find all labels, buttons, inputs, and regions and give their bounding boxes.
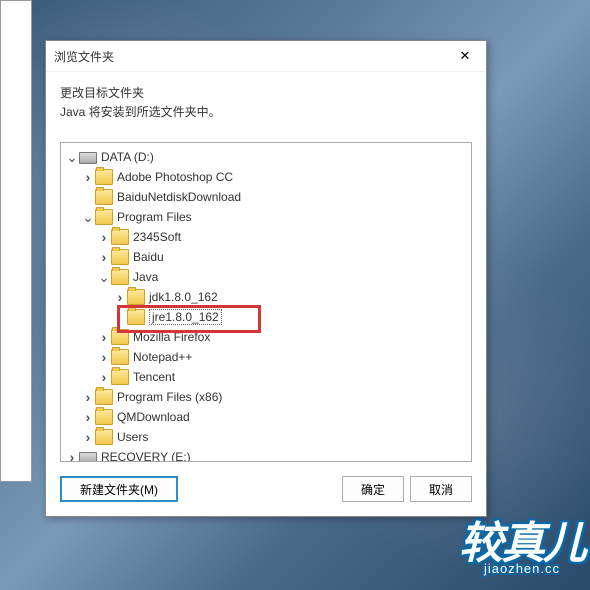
- tree-item-label: QMDownload: [117, 410, 190, 424]
- chevron-right-icon[interactable]: ›: [97, 369, 111, 385]
- tree-row[interactable]: › Adobe Photoshop CC: [61, 167, 471, 187]
- tree-row[interactable]: › QMDownload: [61, 407, 471, 427]
- tree-item-label: Mozilla Firefox: [133, 330, 210, 344]
- chevron-right-icon[interactable]: ›: [113, 289, 127, 305]
- tree-item-label: Java: [133, 270, 158, 284]
- tree-item-label: Program Files (x86): [117, 390, 222, 404]
- tree-row[interactable]: › Program Files (x86): [61, 387, 471, 407]
- chevron-right-icon[interactable]: ›: [97, 249, 111, 265]
- chevron-down-icon[interactable]: ⌄: [65, 149, 79, 165]
- tree-item-label: DATA (D:): [101, 150, 154, 164]
- tree-item-label: Baidu: [133, 250, 164, 264]
- tree-row[interactable]: › 2345Soft: [61, 227, 471, 247]
- folder-icon: [111, 229, 129, 245]
- background-panel: [0, 0, 32, 482]
- tree-row[interactable]: ⌄ Program Files: [61, 207, 471, 227]
- tree-item-label: Users: [117, 430, 148, 444]
- chevron-right-icon[interactable]: ›: [81, 389, 95, 405]
- tree-row[interactable]: › Users: [61, 427, 471, 447]
- tree-item-label: jre1.8.0_162: [149, 309, 222, 325]
- drive-icon: [79, 152, 97, 164]
- folder-icon: [111, 329, 129, 345]
- subtitle-line2: Java 将安装到所选文件夹中。: [60, 103, 472, 122]
- tree-row[interactable]: › Notepad++: [61, 347, 471, 367]
- tree-item-label: Notepad++: [133, 350, 192, 364]
- folder-icon: [111, 369, 129, 385]
- folder-icon: [111, 249, 129, 265]
- folder-icon: [127, 309, 145, 325]
- tree-item-label: Tencent: [133, 370, 175, 384]
- titlebar: 浏览文件夹 ✕: [46, 41, 486, 72]
- chevron-down-icon[interactable]: ⌄: [81, 209, 95, 225]
- folder-icon: [95, 429, 113, 445]
- cancel-button[interactable]: 取消: [410, 476, 472, 502]
- watermark: 较真儿 jiaozhen.cc: [459, 522, 585, 575]
- folder-icon: [111, 349, 129, 365]
- folder-icon: [111, 269, 129, 285]
- chevron-down-icon[interactable]: ⌄: [97, 269, 111, 285]
- tree-item-label: 2345Soft: [133, 230, 181, 244]
- tree-row[interactable]: › Baidu: [61, 247, 471, 267]
- tree-row[interactable]: ⌄ DATA (D:): [61, 147, 471, 167]
- close-icon[interactable]: ✕: [452, 46, 478, 66]
- folder-icon: [95, 209, 113, 225]
- ok-button[interactable]: 确定: [342, 476, 404, 502]
- tree-row[interactable]: › Tencent: [61, 367, 471, 387]
- dialog-description: 更改目标文件夹 Java 将安装到所选文件夹中。: [60, 84, 472, 122]
- tree-row[interactable]: ›BaiduNetdiskDownload: [61, 187, 471, 207]
- chevron-right-icon[interactable]: ›: [81, 169, 95, 185]
- browse-folder-dialog: 浏览文件夹 ✕ 更改目标文件夹 Java 将安装到所选文件夹中。 ⌄ DATA (…: [45, 40, 487, 517]
- folder-icon: [95, 169, 113, 185]
- tree-item-label: Adobe Photoshop CC: [117, 170, 233, 184]
- folder-icon: [127, 289, 145, 305]
- chevron-right-icon[interactable]: ›: [97, 229, 111, 245]
- chevron-right-icon[interactable]: ›: [81, 429, 95, 445]
- tree-item-label: jdk1.8.0_162: [149, 290, 218, 304]
- folder-icon: [95, 409, 113, 425]
- tree-row[interactable]: ›jre1.8.0_162: [61, 307, 471, 327]
- dialog-title: 浏览文件夹: [54, 48, 114, 65]
- folder-icon: [95, 389, 113, 405]
- chevron-right-icon[interactable]: ›: [97, 349, 111, 365]
- tree-row[interactable]: › RECOVERY (E:): [61, 447, 471, 462]
- tree-item-label: RECOVERY (E:): [101, 450, 191, 462]
- tree-item-label: Program Files: [117, 210, 192, 224]
- chevron-right-icon[interactable]: ›: [81, 409, 95, 425]
- new-folder-button[interactable]: 新建文件夹(M): [60, 476, 178, 502]
- chevron-right-icon[interactable]: ›: [65, 449, 79, 462]
- tree-item-label: BaiduNetdiskDownload: [117, 190, 241, 204]
- folder-tree[interactable]: ⌄DATA (D:)›Adobe Photoshop CC›BaiduNetdi…: [60, 142, 472, 462]
- tree-row[interactable]: ⌄ Java: [61, 267, 471, 287]
- subtitle-line1: 更改目标文件夹: [60, 84, 472, 103]
- tree-row[interactable]: › jdk1.8.0_162: [61, 287, 471, 307]
- drive-icon: [79, 452, 97, 462]
- folder-icon: [95, 189, 113, 205]
- chevron-right-icon[interactable]: ›: [97, 329, 111, 345]
- tree-row[interactable]: › Mozilla Firefox: [61, 327, 471, 347]
